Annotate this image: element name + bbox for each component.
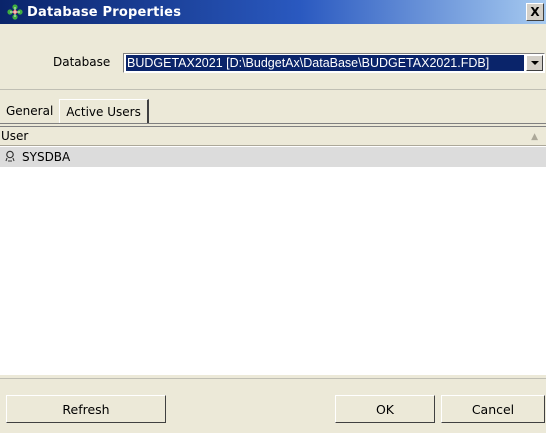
divider [0, 89, 546, 90]
column-header-user[interactable]: User [1, 129, 28, 143]
tab-bar: General Active Users [0, 99, 149, 123]
sort-ascending-icon: ▲ [531, 132, 538, 142]
cancel-button[interactable]: Cancel [441, 395, 545, 423]
user-name: SYSDBA [22, 150, 71, 164]
chevron-down-icon [530, 61, 539, 65]
refresh-button[interactable]: Refresh [6, 395, 166, 423]
close-icon: X [530, 5, 540, 19]
window-title: Database Properties [27, 4, 182, 20]
database-selected-value: BUDGETAX2021 [D:\BudgetAx\DataBase\BUDGE… [126, 55, 524, 71]
database-dropdown-button[interactable] [526, 55, 543, 71]
active-users-table: User ▲ SYSDBA [0, 126, 546, 375]
database-properties-window: Database Properties X Database BUDGETAX2… [0, 0, 546, 433]
table-row[interactable]: SYSDBA [0, 147, 546, 167]
tab-general[interactable]: General [0, 99, 59, 123]
ok-button[interactable]: OK [335, 395, 435, 423]
title-bar[interactable]: Database Properties X [0, 0, 546, 24]
database-app-icon [6, 3, 24, 21]
table-header[interactable]: User ▲ [0, 127, 546, 146]
close-button[interactable]: X [526, 3, 544, 21]
database-label: Database [53, 55, 111, 69]
tab-divider [0, 123, 546, 124]
user-key-icon [3, 150, 17, 164]
tab-active-users[interactable]: Active Users [59, 99, 149, 123]
database-select[interactable]: BUDGETAX2021 [D:\BudgetAx\DataBase\BUDGE… [123, 53, 545, 73]
